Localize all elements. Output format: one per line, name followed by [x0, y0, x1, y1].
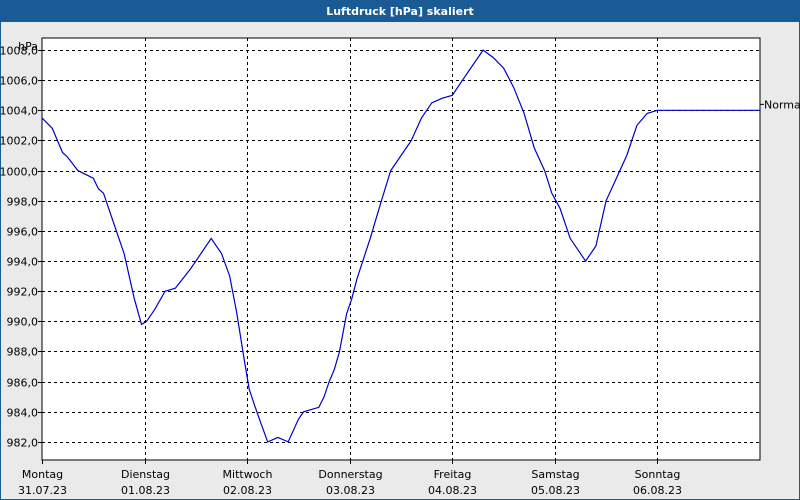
y-tick-label: 988,0 [7, 346, 39, 359]
y-tick-label: 990,0 [7, 316, 39, 329]
y-tick-label: 998,0 [7, 196, 39, 209]
y-axis-label: hPa [18, 40, 38, 53]
y-tick-label: 984,0 [7, 407, 39, 420]
x-tick-day-label: Freitag [434, 468, 472, 481]
y-tick-label: 982,0 [7, 437, 39, 450]
y-tick-label: 986,0 [7, 377, 39, 390]
x-tick-date-label: 04.08.23 [428, 484, 477, 497]
x-tick-date-label: 06.08.23 [633, 484, 682, 497]
x-tick-day-label: Dienstag [121, 468, 170, 481]
y-tick-label: 1002,0 [0, 135, 38, 148]
x-tick-date-label: 31.07.23 [18, 484, 67, 497]
x-tick-date-label: 03.08.23 [326, 484, 375, 497]
plot-area [41, 37, 761, 461]
y-tick-label: 1006,0 [0, 75, 38, 88]
x-tick-day-label: Montag [22, 468, 63, 481]
y-tick-label: 1004,0 [0, 105, 38, 118]
x-tick-day-label: Sonntag [635, 468, 681, 481]
x-tick-day-label: Samstag [531, 468, 579, 481]
pressure-chart: 982,0 984,0 986,0 988,0 990,0 992,0 994,0 996,0… [0, 37, 800, 497]
x-tick-day-label: Mittwoch [223, 468, 273, 481]
x-tick-date-label: 02.08.23 [223, 484, 272, 497]
x-tick-date-label: 01.08.23 [121, 484, 170, 497]
y-tick-label: 1000,0 [0, 166, 38, 179]
x-tick-day-label: Donnerstag [318, 468, 382, 481]
reference-label: Normal [764, 98, 800, 111]
y-tick-label: 996,0 [7, 226, 39, 239]
y-tick-label: 992,0 [7, 286, 39, 299]
y-tick-label: 994,0 [7, 256, 39, 269]
x-tick-date-label: 05.08.23 [531, 484, 580, 497]
